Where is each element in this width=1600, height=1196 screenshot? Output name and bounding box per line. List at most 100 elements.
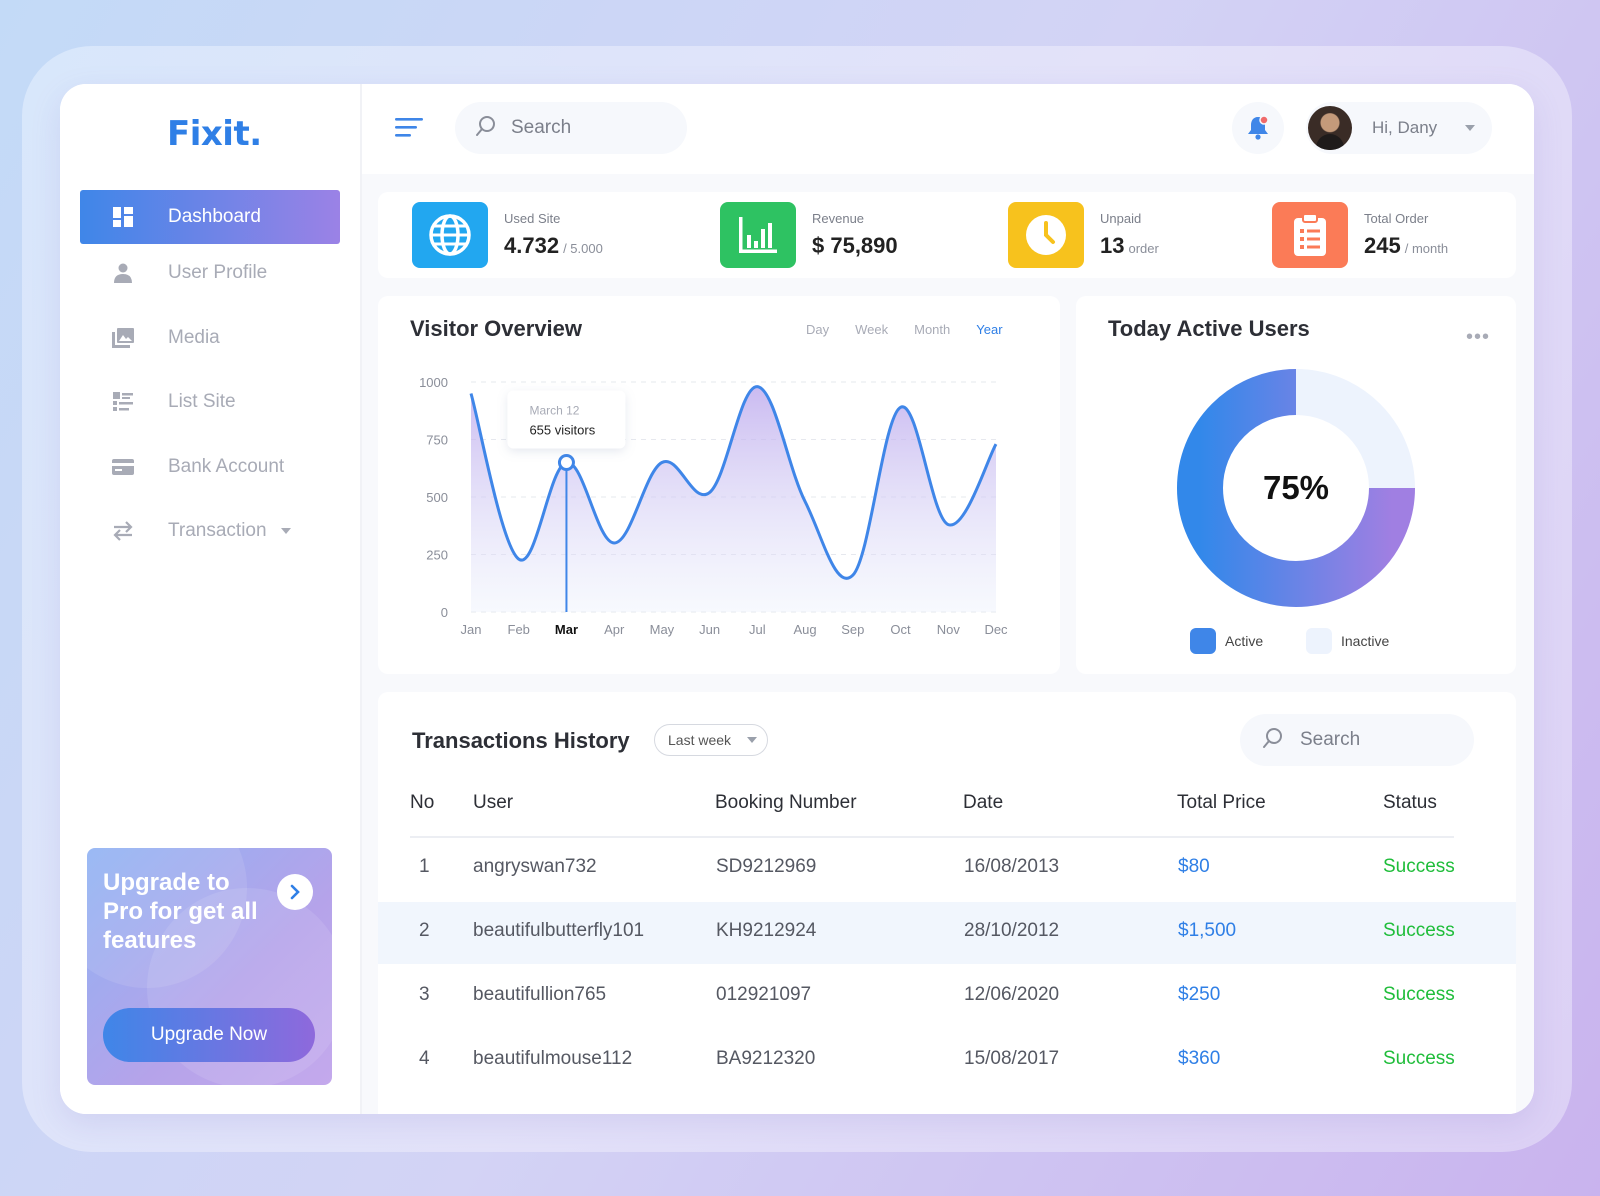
logo: Fixit.: [167, 114, 262, 154]
stat-unit: / month: [1404, 241, 1449, 256]
list-icon: [112, 391, 134, 413]
sidebar-item-label: Dashboard: [168, 206, 261, 227]
user-menu[interactable]: Hi, Dany: [1306, 102, 1492, 154]
column-header-booking-number: Booking Number: [715, 792, 857, 813]
hamburger-menu-icon[interactable]: [395, 116, 423, 140]
donut-chart: 75%: [1166, 358, 1426, 618]
chart-tooltip: [507, 390, 626, 449]
user-icon: [112, 262, 134, 284]
cell-user: beautifulmouse112: [473, 1048, 633, 1069]
search-icon: [1262, 727, 1284, 754]
upgrade-card: Upgrade to Pro for get all features Upgr…: [87, 848, 332, 1085]
stat-unpaid: Unpaid 13 order: [1008, 202, 1159, 268]
sidebar-item-label: Transaction: [168, 520, 267, 541]
table-row[interactable]: 3 beautifullion765 012921097 12/06/2020 …: [378, 966, 1516, 1028]
sidebar: Fixit. Dashboard User Profile Media List…: [60, 84, 362, 1114]
active-users-card: Today Active Users ••• 75% Active Inacti…: [1076, 296, 1516, 674]
chevron-right-icon[interactable]: [277, 874, 313, 910]
cell-date: 12/06/2020: [964, 984, 1060, 1005]
x-tick-label: Apr: [604, 622, 625, 637]
search-input[interactable]: Search: [455, 102, 687, 154]
table-row[interactable]: 2 beautifulbutterfly101 KH9212924 28/10/…: [378, 902, 1516, 964]
transactions-card: Transactions History Last week Search No…: [378, 692, 1516, 1114]
sidebar-item-label: User Profile: [168, 262, 268, 283]
stat-value: 245: [1364, 233, 1401, 258]
cell-no: 2: [419, 920, 430, 941]
dashboard-icon: [112, 206, 134, 228]
sidebar-item-transaction[interactable]: Transaction: [80, 504, 340, 558]
stats-bar: Used Site 4.732/ 5.000 Revenue $ 75,890: [378, 192, 1516, 278]
table-row[interactable]: 4 beautifulmouse112 BA9212320 15/08/2017…: [378, 1030, 1516, 1092]
visitor-overview-card: Visitor Overview Day Week Month Year 0 2…: [378, 296, 1060, 674]
more-options-icon[interactable]: •••: [1466, 326, 1490, 349]
x-tick-label: Mar: [555, 622, 578, 637]
x-tick-label: Dec: [984, 622, 1008, 637]
legend-swatch: [1306, 628, 1332, 654]
x-tick-label: Sep: [841, 622, 864, 637]
notification-button[interactable]: [1232, 102, 1284, 154]
table-row[interactable]: 1 angryswan732 SD9212969 16/08/2013 $80 …: [378, 838, 1516, 900]
x-tick-label: Nov: [937, 622, 961, 637]
active-users-title: Today Active Users: [1108, 316, 1310, 341]
upgrade-text: Upgrade to Pro for get all features: [103, 869, 258, 954]
cell-status: Success: [1383, 984, 1455, 1005]
user-greeting: Hi, Dany: [1372, 118, 1438, 137]
cell-price: $80: [1178, 856, 1210, 877]
sidebar-item-user-profile[interactable]: User Profile: [80, 246, 340, 300]
transactions-title: Transactions History: [412, 728, 630, 753]
cell-price: $360: [1178, 1048, 1221, 1069]
sidebar-item-label: List Site: [168, 391, 236, 412]
app-window: Fixit. Dashboard User Profile Media List…: [60, 84, 1534, 1114]
column-header-status: Status: [1383, 792, 1437, 813]
cell-price: $250: [1178, 984, 1221, 1005]
sidebar-item-list-site[interactable]: List Site: [80, 375, 340, 429]
globe-icon: [412, 202, 488, 268]
bell-icon: [1248, 115, 1269, 140]
stat-unit: / 5.000: [563, 241, 603, 256]
cell-booking: SD9212969: [716, 856, 817, 877]
visitor-line-chart: 0 250 500 750 1000 Jan Feb Mar Apr May Jun Jul Aug Se…: [419, 375, 1008, 637]
avatar: [1308, 106, 1352, 150]
period-filter-dropdown[interactable]: Last week: [654, 724, 768, 756]
transactions-search-input[interactable]: Search: [1240, 714, 1474, 766]
cell-date: 16/08/2013: [964, 856, 1060, 877]
column-header-date: Date: [963, 792, 1004, 813]
transfer-icon: [112, 520, 134, 542]
cell-date: 15/08/2017: [964, 1048, 1060, 1069]
legend-active: Active: [1190, 628, 1263, 654]
cell-user: beautifullion765: [473, 984, 607, 1005]
filter-value: Last week: [668, 732, 732, 748]
legend-label: Active: [1225, 633, 1264, 649]
cell-date: 28/10/2012: [964, 920, 1060, 941]
y-tick-label: 0: [441, 605, 448, 620]
column-header-no: No: [410, 792, 435, 813]
chevron-down-icon: [747, 737, 758, 743]
sidebar-item-bank-account[interactable]: Bank Account: [80, 440, 340, 494]
main-content: Search Hi, Dany Used Site 4.732/ 5.000 R…: [362, 84, 1534, 1114]
upgrade-now-button[interactable]: Upgrade Now: [103, 1008, 315, 1062]
cell-booking: BA9212320: [716, 1048, 816, 1069]
cell-status: Success: [1383, 856, 1455, 877]
media-icon: [112, 327, 134, 349]
cell-no: 1: [419, 856, 430, 877]
y-tick-label: 250: [426, 548, 448, 563]
x-tick-label: Jan: [461, 622, 482, 637]
sidebar-item-dashboard[interactable]: Dashboard: [80, 190, 340, 244]
bar-chart-icon: [720, 202, 796, 268]
clock-icon: [1008, 202, 1084, 268]
cell-price: $1,500: [1178, 920, 1237, 941]
sidebar-item-media[interactable]: Media: [80, 311, 340, 365]
tooltip-value: 655 visitors: [529, 423, 595, 438]
cell-booking: 012921097: [716, 984, 812, 1005]
cell-no: 4: [419, 1048, 430, 1069]
cell-user: angryswan732: [473, 856, 597, 877]
top-bar: Search Hi, Dany: [362, 84, 1534, 174]
x-tick-label: Aug: [794, 622, 817, 637]
column-header-total-price: Total Price: [1177, 792, 1266, 813]
column-header-user: User: [473, 792, 514, 813]
data-point[interactable]: [557, 454, 575, 471]
legend-label: Inactive: [1341, 633, 1390, 649]
x-tick-label: Oct: [890, 622, 911, 637]
cell-status: Success: [1383, 920, 1455, 941]
search-placeholder: Search: [1300, 729, 1361, 750]
